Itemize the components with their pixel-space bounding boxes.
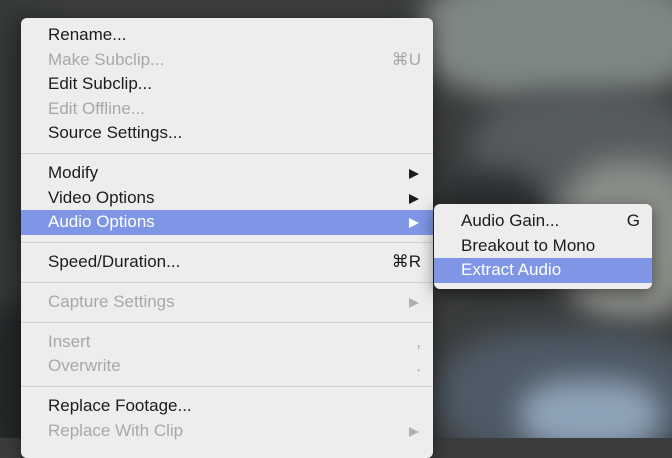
menu-item-audio-gain[interactable]: Audio Gain... G xyxy=(434,209,652,234)
menu-item-replace-with-clip: Replace With Clip xyxy=(21,419,433,444)
menu-item-label: Edit Subclip... xyxy=(48,74,152,94)
submenu-arrow-icon xyxy=(409,169,419,180)
menu-item-label: Edit Offline... xyxy=(48,98,146,118)
menu-item-label: Audio Gain... xyxy=(461,211,560,230)
menu-item-insert: Insert, xyxy=(21,330,433,355)
audio-options-submenu: Audio Gain... G Breakout to Mono Extract Au… xyxy=(434,204,652,289)
menu-item-rename[interactable]: Rename... xyxy=(21,23,433,48)
submenu-arrow-icon xyxy=(409,193,419,204)
menu-item-capture-settings: Capture Settings xyxy=(21,290,433,315)
menu-item-label: Insert xyxy=(48,331,91,351)
menu-item-label: Replace With Clip xyxy=(48,420,184,440)
menu-item-overwrite: Overwrite. xyxy=(21,354,433,379)
menu-item-label: Source Settings... xyxy=(48,123,183,143)
menu-item-label: Make Subclip... xyxy=(48,49,165,69)
menu-separator xyxy=(21,315,433,330)
submenu-arrow-icon xyxy=(409,426,419,437)
submenu-arrow-icon xyxy=(409,297,419,308)
menu-item-label: Breakout to Mono xyxy=(461,235,596,255)
submenu-arrow-icon xyxy=(409,218,419,229)
menu-item-label: Audio Options xyxy=(48,212,155,232)
menu-item-label: Replace Footage... xyxy=(48,396,192,416)
menu-item-replace-footage[interactable]: Replace Footage... xyxy=(21,394,433,419)
menu-item-label: Rename... xyxy=(48,25,127,44)
menu-item-edit-offline: Edit Offline... xyxy=(21,97,433,122)
menu-item-shortcut: ⌘U xyxy=(391,49,421,69)
menu-item-modify[interactable]: Modify xyxy=(21,161,433,186)
menu-item-speed-duration[interactable]: Speed/Duration... ⌘R xyxy=(21,250,433,275)
menu-item-edit-subclip[interactable]: Edit Subclip... xyxy=(21,72,433,97)
menu-separator xyxy=(21,379,433,394)
clip-context-menu: Rename... Make Subclip... ⌘U Edit Subclip..… xyxy=(21,18,433,458)
menu-item-shortcut: , xyxy=(416,331,421,351)
menu-item-label: Capture Settings xyxy=(48,291,175,311)
menu-item-label: Modify xyxy=(48,163,99,183)
menu-item-label: Extract Audio xyxy=(461,260,562,280)
menu-item-video-options[interactable]: Video Options xyxy=(21,186,433,211)
menu-item-label: Speed/Duration... xyxy=(48,252,181,272)
menu-item-shortcut: G xyxy=(626,211,640,230)
menu-separator xyxy=(21,235,433,250)
menu-item-label: Overwrite xyxy=(48,356,121,376)
menu-item-audio-options[interactable]: Audio Options xyxy=(21,210,433,235)
menu-item-extract-audio[interactable]: Extract Audio xyxy=(434,258,652,283)
menu-separator xyxy=(21,146,433,161)
menu-separator xyxy=(21,275,433,290)
menu-item-make-subclip: Make Subclip... ⌘U xyxy=(21,48,433,73)
menu-item-label: Video Options xyxy=(48,187,155,207)
menu-item-breakout-to-mono[interactable]: Breakout to Mono xyxy=(434,234,652,259)
menu-item-source-settings[interactable]: Source Settings... xyxy=(21,121,433,146)
menu-item-shortcut: . xyxy=(416,356,421,376)
menu-item-shortcut: ⌘R xyxy=(391,252,421,272)
